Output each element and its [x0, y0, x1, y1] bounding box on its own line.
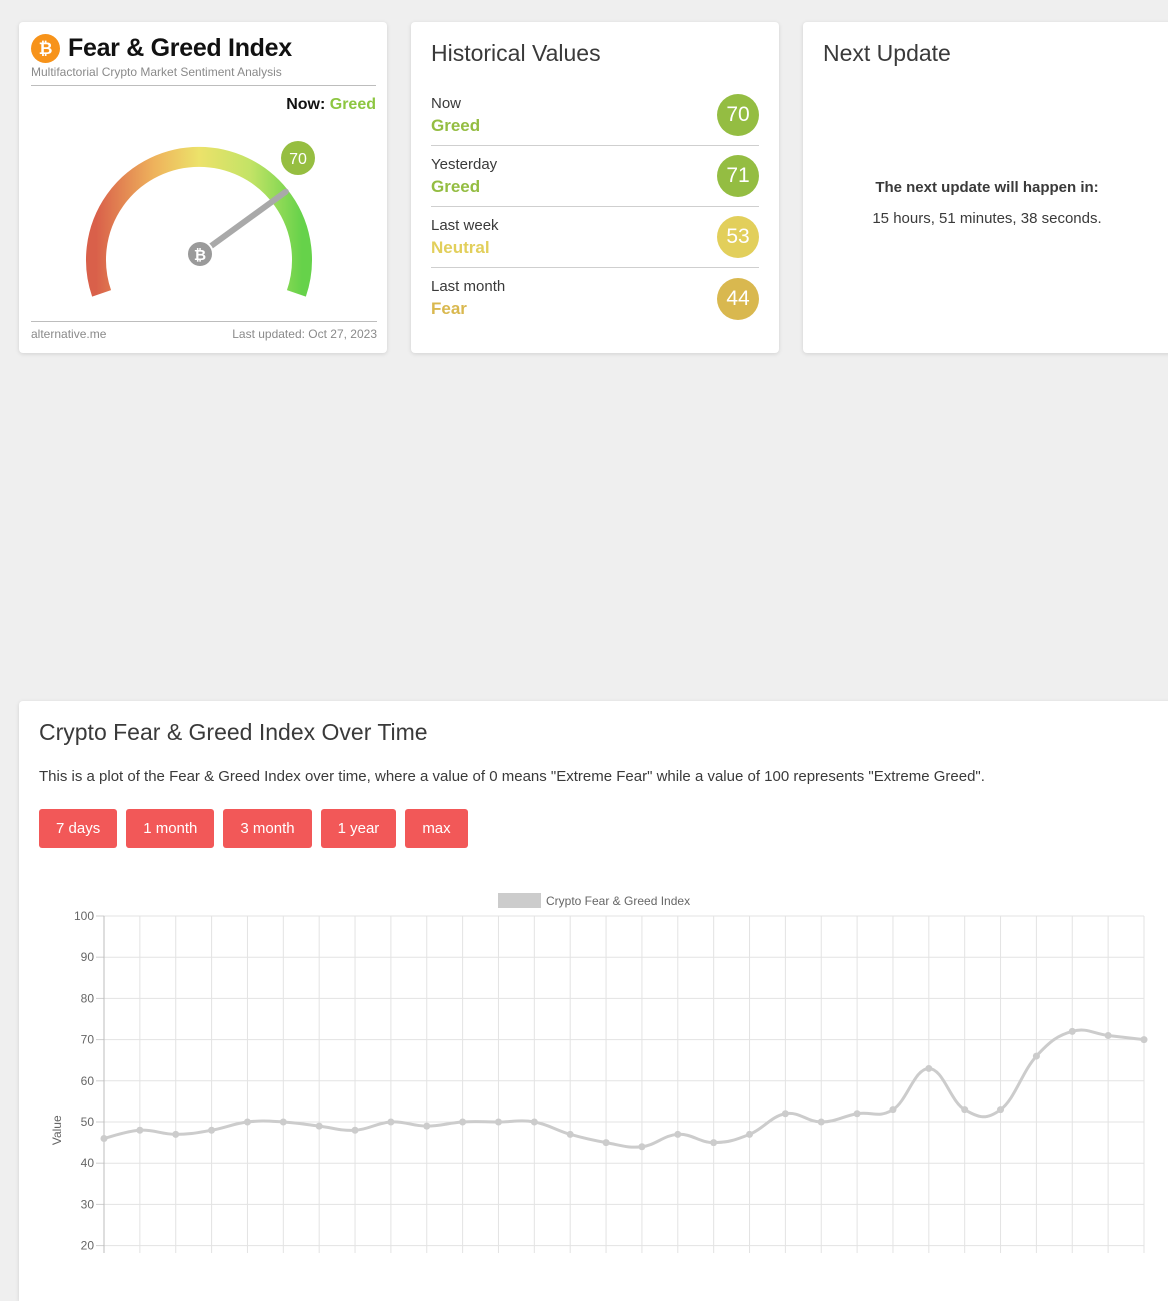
- chart-description: This is a plot of the Fear & Greed Index…: [39, 768, 985, 785]
- data-point: [315, 1122, 323, 1130]
- data-point: [1068, 1027, 1076, 1035]
- gauge-arc: [86, 146, 312, 297]
- data-point: [423, 1122, 431, 1130]
- now-prefix: Now:: [286, 96, 326, 113]
- widget-header: ₿ Fear & Greed Index: [31, 34, 375, 63]
- data-point: [781, 1110, 789, 1118]
- historical-row-class: Fear: [431, 299, 467, 318]
- historical-row-class: Neutral: [431, 237, 490, 257]
- data-point: [279, 1118, 287, 1126]
- y-tick-label: 50: [81, 1115, 95, 1129]
- y-tick-label: 60: [81, 1074, 95, 1088]
- historical-row-label: Last week: [431, 216, 499, 234]
- data-point: [853, 1110, 861, 1118]
- y-tick-label: 40: [81, 1156, 95, 1170]
- range-button-group: 7 days 1 month 3 month 1 year max: [39, 809, 1159, 848]
- chart-section-title: Crypto Fear & Greed Index Over Time: [39, 719, 428, 745]
- next-update-title: Next Update: [823, 40, 951, 66]
- now-class: Greed: [329, 96, 376, 113]
- historical-row-value-badge: 53: [717, 216, 759, 258]
- data-point: [459, 1118, 467, 1126]
- gauge-hub-bitcoin-icon: ₿: [194, 246, 206, 264]
- data-point: [208, 1126, 216, 1134]
- data-point: [889, 1106, 897, 1114]
- widget-footer: alternative.me Last updated: Oct 27, 202…: [31, 321, 377, 341]
- historical-row-value-badge: 71: [717, 155, 759, 197]
- data-point: [1032, 1052, 1040, 1060]
- data-point: [1140, 1036, 1148, 1044]
- range-button-7-days[interactable]: 7 days: [39, 809, 118, 848]
- data-point: [817, 1118, 825, 1126]
- range-button-1-year[interactable]: 1 year: [320, 809, 397, 848]
- range-button-1-month[interactable]: 1 month: [126, 809, 215, 848]
- historical-row: Last month Fear 44: [431, 268, 759, 329]
- last-updated: Last updated: Oct 27, 2023: [232, 327, 377, 341]
- data-point: [602, 1139, 610, 1147]
- data-point: [566, 1130, 574, 1138]
- bitcoin-icon: ₿: [31, 34, 60, 63]
- data-point: [100, 1134, 108, 1142]
- next-update-card: Next Update The next update will happen …: [803, 22, 1168, 353]
- next-update-heading: The next update will happen in:: [875, 179, 1099, 196]
- legend-label: Crypto Fear & Greed Index: [546, 894, 690, 908]
- historical-list: Now Greed 70 Yesterday Greed 71 Last week Neutr…: [431, 85, 759, 329]
- y-tick-label: 20: [81, 1239, 95, 1253]
- widget-subtitle: Multifactorial Crypto Market Sentiment A…: [31, 65, 376, 86]
- gauge-value: 70: [289, 151, 307, 168]
- historical-row-text: Now Greed: [431, 95, 480, 136]
- series-line: [103, 1028, 1145, 1149]
- data-point: [351, 1126, 359, 1134]
- data-point: [136, 1126, 144, 1134]
- data-point: [961, 1106, 969, 1114]
- data-point: [674, 1130, 682, 1138]
- widget-title: Fear & Greed Index: [68, 34, 292, 62]
- data-point: [746, 1130, 754, 1138]
- historical-row-label: Now: [431, 94, 462, 112]
- historical-row: Now Greed 70: [431, 85, 759, 146]
- y-tick-label: 30: [81, 1197, 95, 1211]
- historical-title: Historical Values: [431, 40, 601, 66]
- y-tick-label: 90: [81, 950, 95, 964]
- data-point: [710, 1139, 718, 1147]
- sentiment-gauge: ₿ 70: [86, 141, 315, 297]
- historical-row-value-badge: 44: [717, 277, 759, 320]
- y-tick-label: 80: [81, 991, 95, 1005]
- historical-row: Last week Neutral 53: [431, 207, 759, 268]
- data-point: [638, 1143, 646, 1151]
- historical-row-text: Last month Fear: [431, 278, 505, 319]
- data-point: [925, 1064, 933, 1072]
- historical-row-class: Greed: [431, 176, 481, 196]
- gauge-needle: [197, 188, 289, 257]
- historical-row-value-badge: 70: [717, 94, 759, 136]
- historical-row: Yesterday Greed 71: [431, 146, 759, 207]
- next-update-countdown: 15 hours, 51 minutes, 38 seconds.: [872, 210, 1102, 227]
- data-point: [494, 1118, 502, 1126]
- y-tick-label: 70: [81, 1033, 95, 1047]
- data-point: [1104, 1031, 1112, 1039]
- fear-greed-widget: ₿ Fear & Greed Index Multifactorial Cryp…: [19, 22, 387, 353]
- data-point: [243, 1118, 251, 1126]
- y-axis-label: Value: [50, 1115, 64, 1145]
- range-button-max[interactable]: max: [405, 809, 468, 848]
- fear-greed-line-chart: 20 30 40 50 60 70 80 90 100 Value Crypto Fear & Gr…: [50, 893, 1148, 1253]
- historical-values-card: Historical Values Now Greed 70 Yesterday Gre…: [411, 22, 779, 353]
- history-chart-card: Crypto Fear & Greed Index Over Time This…: [19, 701, 1168, 1301]
- data-point: [997, 1106, 1005, 1114]
- current-classification: Now: Greed: [31, 96, 376, 114]
- historical-row-label: Yesterday: [431, 155, 498, 173]
- historical-row-label: Last month: [431, 278, 506, 295]
- historical-row-class: Greed: [431, 115, 481, 135]
- data-point: [387, 1118, 395, 1126]
- data-point: [172, 1130, 180, 1138]
- range-button-3-month[interactable]: 3 month: [223, 809, 312, 848]
- historical-row-text: Yesterday Greed: [431, 156, 497, 197]
- historical-row-text: Last week Neutral: [431, 217, 499, 258]
- y-tick-label: 100: [74, 909, 94, 923]
- data-point: [530, 1118, 538, 1126]
- legend-swatch: [498, 893, 541, 908]
- source-link[interactable]: alternative.me: [31, 327, 106, 341]
